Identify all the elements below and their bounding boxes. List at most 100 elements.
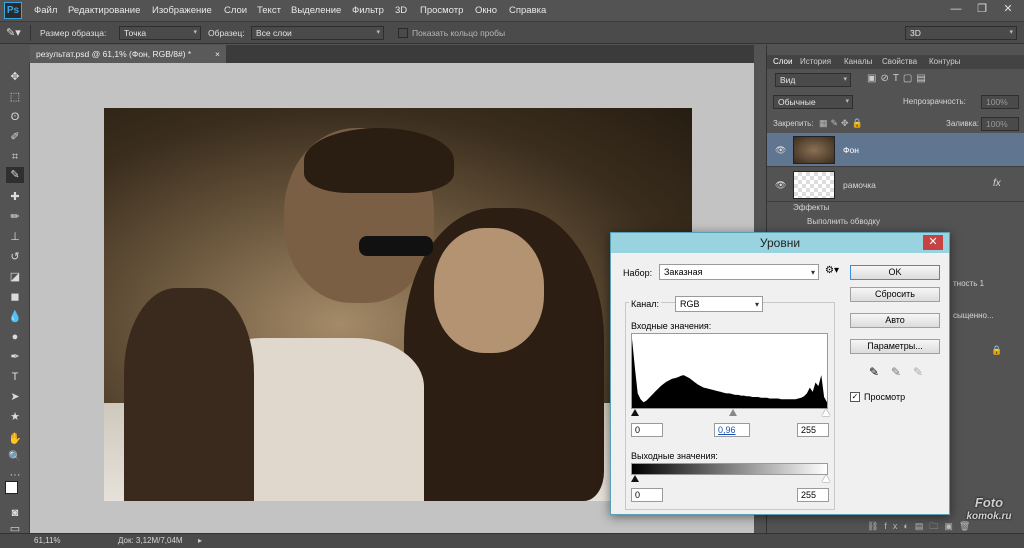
history-brush-tool-icon[interactable]: ↺	[6, 249, 24, 265]
tab-history[interactable]: История	[800, 55, 831, 69]
menu-layers[interactable]: Слои	[224, 5, 247, 16]
preset-select[interactable]: Заказная ▾	[659, 264, 819, 280]
photo-image	[104, 108, 692, 501]
stamp-tool-icon[interactable]: ⊥	[6, 229, 24, 245]
workspace-select[interactable]: 3D ▾	[905, 26, 1017, 40]
hand-tool-icon[interactable]: ✋	[6, 431, 24, 447]
status-menu-arrow-icon[interactable]: ▸	[198, 534, 202, 548]
menu-filter[interactable]: Фильтр	[352, 5, 384, 16]
sample-select[interactable]: Все слои ▾	[251, 26, 384, 40]
auto-button[interactable]: Авто	[850, 313, 940, 328]
lock-label: Закрепить:	[773, 119, 814, 128]
input-gamma-field[interactable]: 0,96	[714, 423, 750, 437]
shape-tool-icon[interactable]: ★	[6, 409, 24, 425]
tab-channels[interactable]: Каналы	[844, 55, 872, 69]
preview-checkbox[interactable]: ✓	[850, 392, 860, 402]
input-black-field[interactable]: 0	[631, 423, 663, 437]
white-eyedropper-icon[interactable]: ✎	[913, 365, 923, 379]
move-tool-icon[interactable]: ✥	[6, 69, 24, 85]
fill-input[interactable]: 100%	[981, 117, 1019, 131]
lasso-tool-icon[interactable]: ʘ	[6, 109, 24, 125]
output-white-field[interactable]: 255	[797, 488, 829, 502]
input-gamma-slider[interactable]	[729, 409, 737, 416]
dodge-tool-icon[interactable]: ●	[6, 329, 24, 345]
tab-layers[interactable]: Слои	[773, 55, 792, 69]
layer-row[interactable]: 👁 рамочка fx	[767, 168, 1024, 202]
eyedropper-tool-icon[interactable]: ✎▾	[6, 26, 21, 39]
eraser-tool-icon[interactable]: ◪	[6, 269, 24, 285]
lock-icons[interactable]: ▦✎✥🔒	[819, 118, 866, 129]
blend-mode-select[interactable]: Обычные ▾	[773, 95, 853, 109]
gray-eyedropper-icon[interactable]: ✎	[891, 365, 901, 379]
restore-button[interactable]: ❐	[970, 0, 994, 18]
show-ring-label: Показать кольцо пробы	[412, 28, 506, 38]
show-ring-checkbox[interactable]	[398, 28, 408, 38]
watermark: Foto komok.ru	[966, 495, 1012, 523]
ok-button[interactable]: OK	[850, 265, 940, 280]
path-select-tool-icon[interactable]: ➤	[6, 389, 24, 405]
input-white-slider[interactable]	[822, 409, 830, 416]
partial-layer-name: сыщенно...	[953, 311, 994, 320]
pen-tool-icon[interactable]: ✒	[6, 349, 24, 365]
menu-3d[interactable]: 3D	[395, 5, 407, 16]
preset-label: Набор:	[623, 268, 653, 278]
menu-view[interactable]: Просмотр	[420, 5, 463, 16]
preset-options-gear-icon[interactable]: ⚙▾	[825, 265, 839, 276]
menu-image[interactable]: Изображение	[152, 5, 212, 16]
gradient-tool-icon[interactable]: ◼	[6, 289, 24, 305]
layer-thumbnail	[793, 171, 835, 199]
healing-tool-icon[interactable]: ✚	[6, 189, 24, 205]
foreground-color-swatch[interactable]	[5, 481, 18, 494]
fx-icon[interactable]: fx	[993, 178, 1001, 189]
partial-layer-name: тность 1	[953, 279, 985, 288]
layer-name: рамочка	[843, 180, 876, 190]
reset-button[interactable]: Сбросить	[850, 287, 940, 302]
minimize-button[interactable]: —	[944, 0, 968, 18]
menu-edit[interactable]: Редактирование	[68, 5, 140, 16]
quick-mask-icon[interactable]: ◙	[6, 505, 24, 521]
channel-select[interactable]: RGB ▾	[675, 296, 763, 312]
options-bar: ✎▾ Размер образца: Точка ▾ Образец: Все с…	[0, 22, 1024, 44]
options-button[interactable]: Параметры...	[850, 339, 940, 354]
close-window-button[interactable]: ✕	[996, 0, 1020, 18]
menu-window[interactable]: Окно	[475, 5, 497, 16]
input-black-slider[interactable]	[631, 409, 639, 416]
dialog-close-button[interactable]: ✕	[923, 235, 943, 250]
crop-tool-icon[interactable]: ⌗	[6, 149, 24, 165]
visibility-eye-icon[interactable]: 👁	[775, 145, 786, 156]
layer-filter-select[interactable]: Вид ▾	[775, 73, 851, 87]
marquee-tool-icon[interactable]: ⬚	[6, 89, 24, 105]
menu-help[interactable]: Справка	[509, 5, 546, 16]
filter-icons[interactable]: ▣⊘T▢▤	[867, 73, 930, 84]
menu-type[interactable]: Текст	[257, 5, 281, 16]
output-gradient	[631, 463, 828, 475]
close-tab-icon[interactable]: ×	[215, 45, 220, 63]
quick-select-tool-icon[interactable]: ✐	[6, 129, 24, 145]
effects-label: Эффекты	[793, 203, 830, 212]
menu-select[interactable]: Выделение	[291, 5, 341, 16]
visibility-eye-icon[interactable]: 👁	[775, 180, 786, 191]
sample-size-label: Размер образца:	[40, 28, 107, 38]
tab-paths[interactable]: Контуры	[929, 55, 960, 69]
sample-size-select[interactable]: Точка ▾	[119, 26, 201, 40]
output-black-field[interactable]: 0	[631, 488, 663, 502]
output-black-slider[interactable]	[631, 475, 639, 482]
document-tab[interactable]: результат.psd @ 61,1% (Фон, RGB/8#) * ×	[30, 45, 226, 63]
menu-file[interactable]: Файл	[34, 5, 57, 16]
layer-row[interactable]: 👁 Фон	[767, 133, 1024, 167]
brush-tool-icon[interactable]: ✏	[6, 209, 24, 225]
zoom-level[interactable]: 61,11%	[34, 534, 61, 548]
input-white-field[interactable]: 255	[797, 423, 829, 437]
opacity-label: Непрозрачность:	[903, 97, 966, 106]
blur-tool-icon[interactable]: 💧	[6, 309, 24, 325]
photoshop-logo: Ps	[4, 2, 22, 19]
stroke-effect-label: Выполнить обводку	[807, 217, 881, 226]
type-tool-icon[interactable]: T	[6, 369, 24, 385]
zoom-tool-icon[interactable]: 🔍	[6, 449, 24, 465]
eyedropper-tool-icon[interactable]: ✎	[6, 167, 24, 183]
black-eyedropper-icon[interactable]: ✎	[869, 365, 879, 379]
output-white-slider[interactable]	[822, 475, 830, 482]
channel-label: Канал:	[629, 299, 661, 309]
tab-properties[interactable]: Свойства	[882, 55, 917, 69]
opacity-input[interactable]: 100%	[981, 95, 1019, 109]
